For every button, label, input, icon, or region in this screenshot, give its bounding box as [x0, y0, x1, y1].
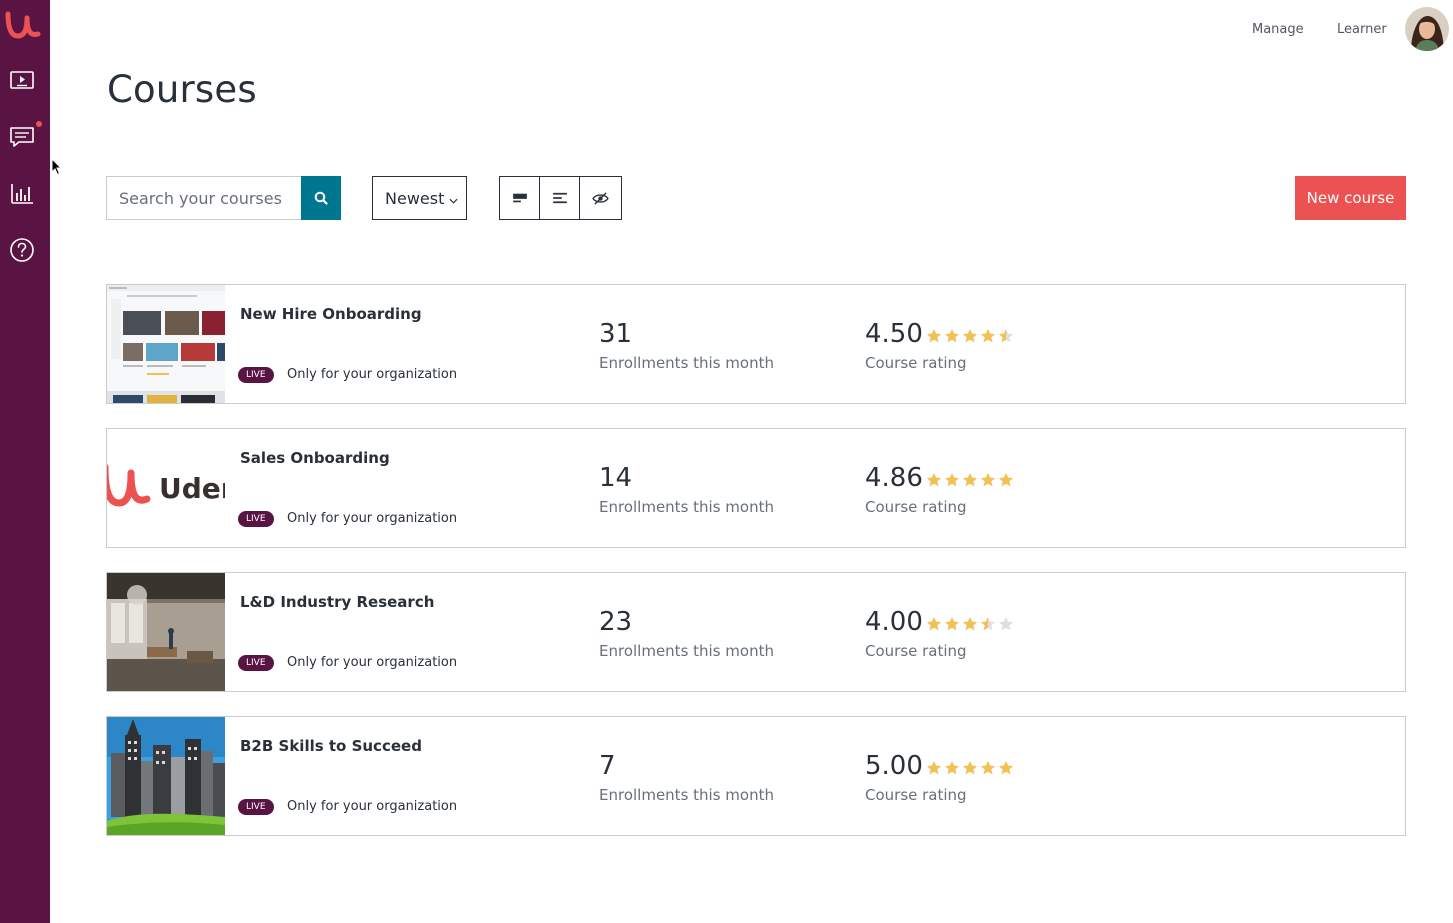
star-icon — [981, 761, 995, 775]
status-badge: LIVE — [238, 367, 274, 383]
star-icon — [927, 761, 941, 775]
course-title[interactable]: New Hire Onboarding — [240, 305, 422, 323]
visibility-label: Only for your organization — [287, 511, 458, 526]
learner-link[interactable]: Learner — [1337, 22, 1387, 37]
enrollment-count: 14 — [599, 463, 633, 493]
star-icon — [963, 329, 977, 343]
sidebar — [0, 0, 50, 923]
visibility-label: Only for your organization — [287, 367, 458, 382]
star-icon — [999, 473, 1013, 487]
rating-label: Course rating — [865, 498, 967, 516]
course-card[interactable]: L&D Industry Research LIVE Only for your… — [106, 572, 1406, 692]
search-box — [106, 176, 341, 220]
hide-button[interactable] — [580, 177, 621, 219]
star-icon — [963, 617, 977, 631]
enrollment-label: Enrollments this month — [599, 786, 774, 804]
view-toggle-group — [499, 176, 622, 220]
star-icon — [945, 617, 959, 631]
enrollment-count: 7 — [599, 751, 616, 781]
search-input[interactable] — [107, 177, 301, 219]
enrollment-label: Enrollments this month — [599, 354, 774, 372]
course-thumbnail — [107, 573, 225, 691]
card-view-button[interactable] — [500, 177, 540, 219]
course-thumbnail — [107, 717, 225, 835]
star-icon — [945, 473, 959, 487]
enrollment-label: Enrollments this month — [599, 642, 774, 660]
star-rating — [926, 760, 1014, 776]
messages-icon[interactable] — [9, 124, 35, 150]
course-title[interactable]: B2B Skills to Succeed — [240, 737, 422, 755]
eye-slash-icon — [592, 191, 609, 205]
sort-select[interactable]: Newest — [372, 176, 467, 220]
star-icon — [927, 473, 941, 487]
star-icon — [981, 473, 995, 487]
star-icon — [927, 329, 941, 343]
status-badge: LIVE — [238, 655, 274, 671]
star-icon — [963, 761, 977, 775]
course-card[interactable]: New Hire Onboarding LIVE Only for your o… — [106, 284, 1406, 404]
udemy-logo-icon[interactable] — [5, 8, 41, 42]
visibility-label: Only for your organization — [287, 799, 458, 814]
course-title[interactable]: L&D Industry Research — [240, 593, 434, 611]
star-rating — [926, 472, 1014, 488]
star-icon — [999, 617, 1013, 631]
star-icon — [981, 329, 995, 343]
rating-label: Course rating — [865, 642, 967, 660]
analytics-icon[interactable] — [9, 181, 35, 207]
star-icon — [945, 761, 959, 775]
avatar[interactable] — [1405, 7, 1449, 51]
course-title[interactable]: Sales Onboarding — [240, 449, 390, 467]
enrollment-label: Enrollments this month — [599, 498, 774, 516]
sort-select-value: Newest — [385, 188, 445, 208]
star-icon — [999, 329, 1013, 343]
course-thumbnail-text: Uder — [159, 472, 225, 505]
rating-value: 4.00 — [865, 607, 923, 637]
rating-label: Course rating — [865, 786, 967, 804]
course-card[interactable]: B2B Skills to Succeed LIVE Only for your… — [106, 716, 1406, 836]
star-icon — [945, 329, 959, 343]
star-icon — [999, 761, 1013, 775]
status-badge: LIVE — [238, 799, 274, 815]
star-rating — [926, 328, 1014, 344]
rating-value: 4.86 — [865, 463, 923, 493]
notification-dot — [36, 121, 42, 127]
rating-label: Course rating — [865, 354, 967, 372]
help-icon[interactable] — [9, 237, 35, 263]
star-icon — [981, 617, 995, 631]
page-title: Courses — [107, 68, 257, 111]
card-view-icon — [512, 193, 527, 203]
course-card[interactable]: Uder Sales Onboarding LIVE Only for your… — [106, 428, 1406, 548]
rating-value: 5.00 — [865, 751, 923, 781]
search-button[interactable] — [301, 176, 341, 220]
course-player-icon[interactable] — [9, 68, 35, 94]
search-icon — [314, 191, 328, 205]
chevron-down-icon — [449, 189, 458, 208]
visibility-label: Only for your organization — [287, 655, 458, 670]
course-thumbnail — [107, 285, 225, 403]
list-view-button[interactable] — [540, 177, 580, 219]
star-icon — [963, 473, 977, 487]
manage-link[interactable]: Manage — [1252, 22, 1304, 37]
enrollment-count: 23 — [599, 607, 633, 637]
enrollment-count: 31 — [599, 319, 633, 349]
rating-value: 4.50 — [865, 319, 923, 349]
status-badge: LIVE — [238, 511, 274, 527]
new-course-button[interactable]: New course — [1295, 176, 1406, 220]
star-icon — [927, 617, 941, 631]
mouse-cursor-icon — [51, 158, 63, 176]
list-view-icon — [552, 192, 567, 204]
star-rating — [926, 616, 1014, 632]
